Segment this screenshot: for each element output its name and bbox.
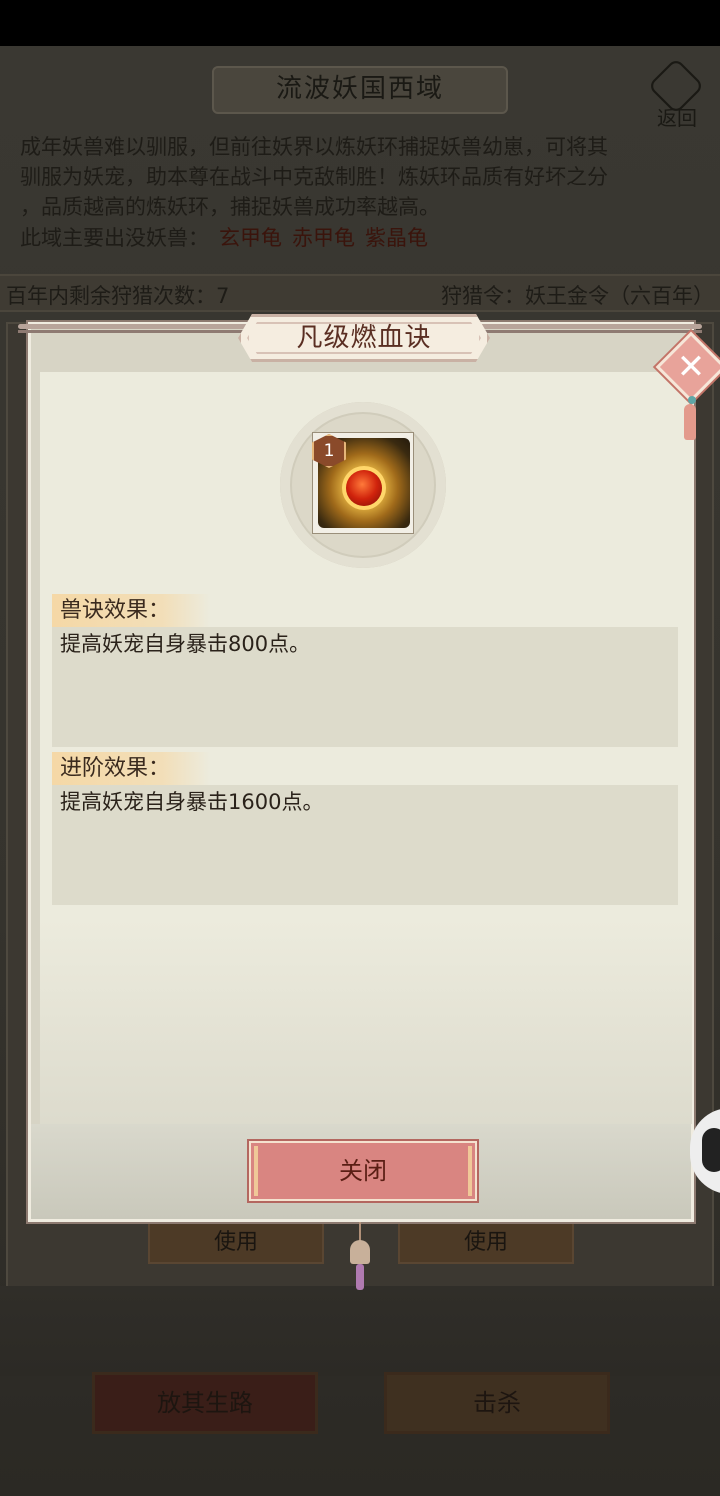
beast-name: 紫晶龟 xyxy=(365,226,428,250)
description-line: 驯服为妖宠，助本尊在战斗中克敌制胜！炼妖环品质有好坏之分 xyxy=(20,165,608,189)
ink-wash-decoration xyxy=(40,920,692,1124)
tassel-bead xyxy=(688,396,696,404)
mountain-scenery xyxy=(0,1286,720,1376)
back-button[interactable]: 返回 xyxy=(642,57,712,130)
beasts-prefix: 此域主要出没妖兽： xyxy=(20,226,209,250)
description-line: 成年妖兽难以驯服，但前往妖界以炼妖环捕捉妖兽幼崽，可将其 xyxy=(20,135,608,159)
beast-name: 玄甲龟 xyxy=(219,226,282,250)
beast-skill-effect-text: 提高妖宠自身暴击800点。 xyxy=(52,627,678,747)
kill-button[interactable]: 击杀 xyxy=(384,1372,610,1434)
beast-name: 赤甲龟 xyxy=(292,226,355,250)
release-button[interactable]: 放其生路 xyxy=(92,1372,318,1434)
region-beasts: 此域主要出没妖兽： 玄甲龟 赤甲龟 紫晶龟 xyxy=(20,222,428,252)
status-bar xyxy=(0,0,720,46)
advanced-effect-text: 提高妖宠自身暴击1600点。 xyxy=(52,785,678,905)
beast-skill-effect-label: 兽诀效果： xyxy=(52,594,210,628)
tassel-decoration xyxy=(684,404,696,440)
close-button[interactable]: 关闭 xyxy=(249,1141,477,1201)
region-title: 流波妖国西域 xyxy=(275,74,444,104)
bell-icon xyxy=(350,1240,370,1264)
region-description: 成年妖兽难以驯服，但前往妖界以炼妖环捕捉妖兽幼崽，可将其 驯服为妖宠，助本尊在战… xyxy=(20,132,690,222)
description-line: ，品质越高的炼妖环，捕捉妖兽成功率越高。 xyxy=(20,195,440,219)
skill-level: 1 xyxy=(323,441,335,461)
advanced-effect-label: 进阶效果： xyxy=(52,752,210,786)
back-button-label: 返回 xyxy=(657,106,697,130)
remaining-hunts: 百年内剩余狩猎次数：7 xyxy=(6,284,230,308)
penguin-icon xyxy=(702,1128,720,1172)
hunt-token: 狩猎令：妖王金令（六百年） xyxy=(441,284,714,308)
close-icon[interactable]: ✕ xyxy=(666,342,716,392)
hunt-stats-bar: 百年内剩余狩猎次数：7 狩猎令：妖王金令（六百年） xyxy=(0,274,720,312)
dialog-title: 凡级燃血诀 xyxy=(296,323,432,353)
flame-orb-icon xyxy=(346,470,382,506)
bell-tassel xyxy=(356,1264,364,1290)
bell-cord xyxy=(359,1222,361,1242)
use-button-right[interactable]: 使用 xyxy=(398,1222,574,1264)
use-button-left[interactable]: 使用 xyxy=(148,1222,324,1264)
